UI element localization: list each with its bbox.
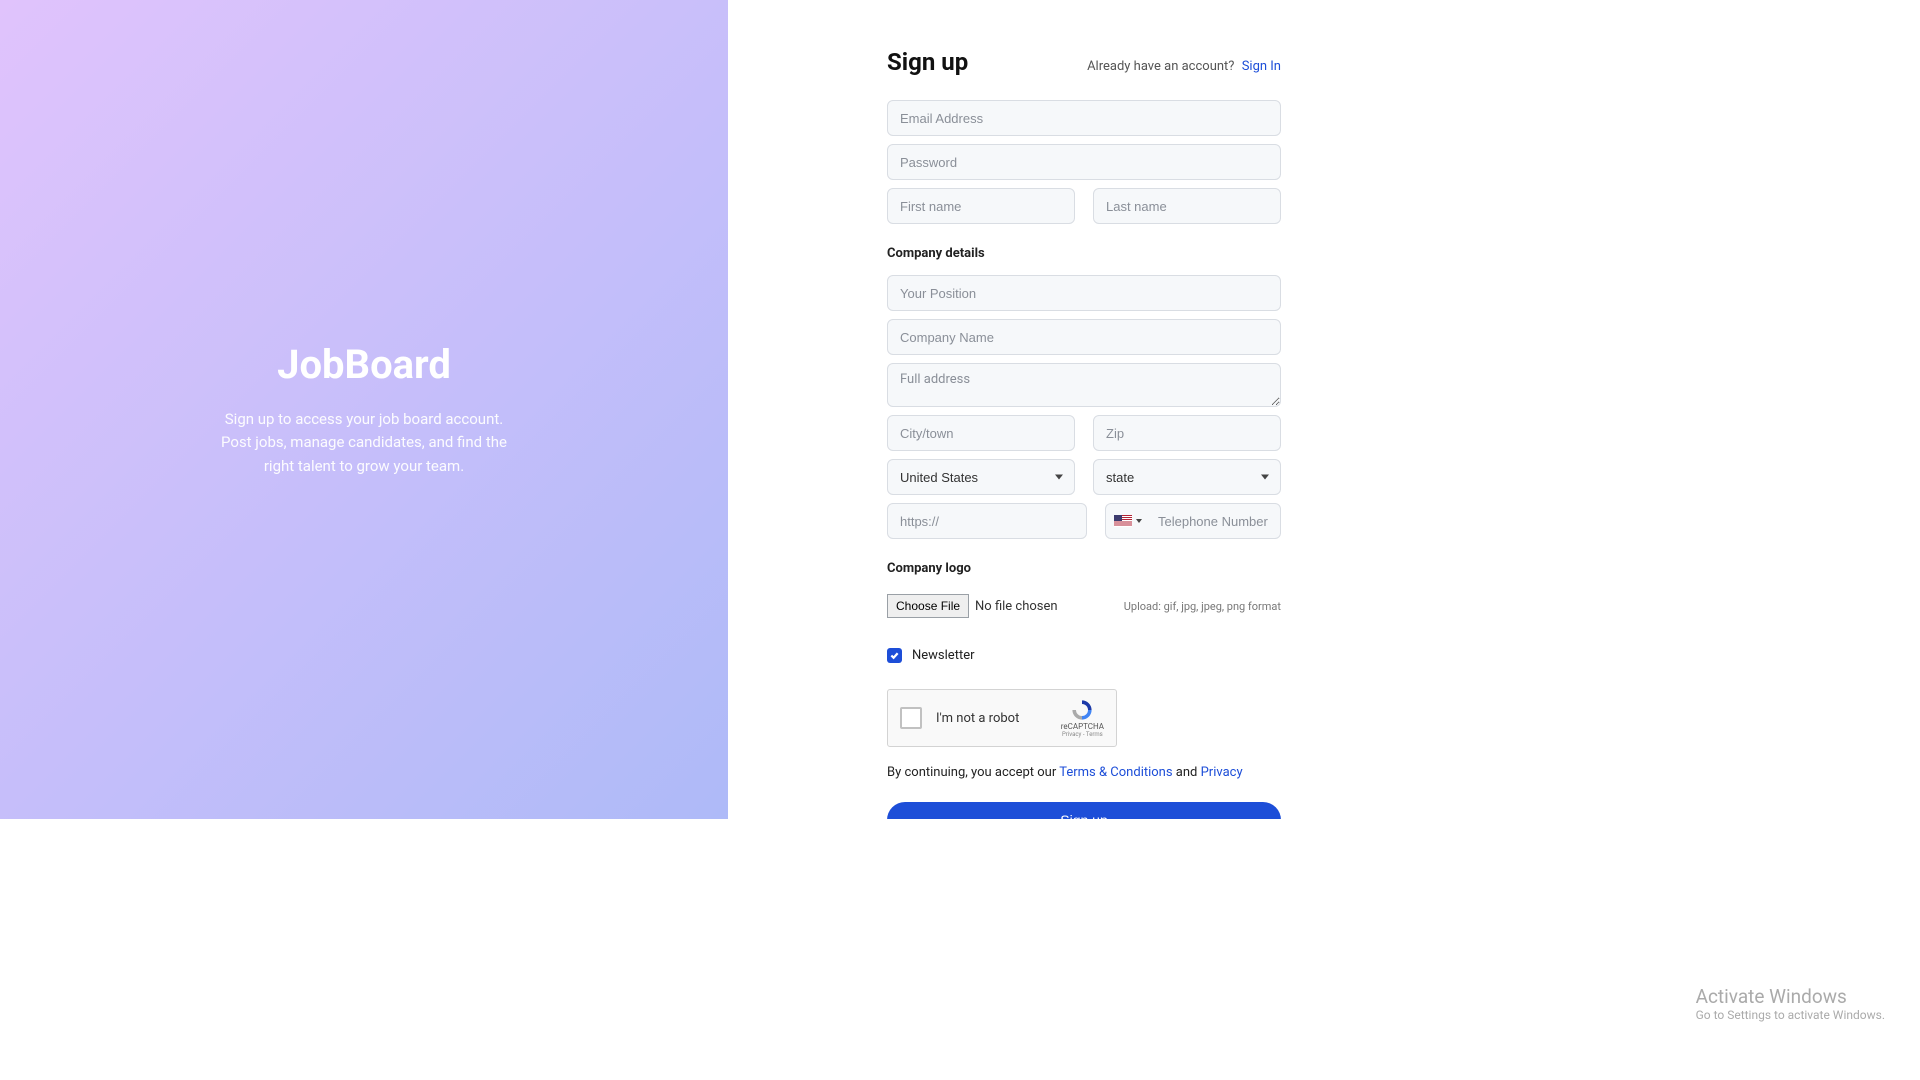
recaptcha-brand: reCAPTCHA <box>1061 722 1104 731</box>
terms-conditions-link[interactable]: Terms & Conditions <box>1059 765 1172 780</box>
company-logo-heading: Company logo <box>887 561 1281 576</box>
newsletter-label: Newsletter <box>912 648 975 663</box>
website-field[interactable] <box>887 503 1087 539</box>
brand-logo: JobBoard <box>277 341 451 388</box>
chevron-down-icon <box>1136 519 1142 523</box>
position-field[interactable] <box>887 275 1281 311</box>
recaptcha-label: I'm not a robot <box>936 711 1019 726</box>
recaptcha-widget: I'm not a robot reCAPTCHA Privacy - Term… <box>887 689 1117 747</box>
company-name-field[interactable] <box>887 319 1281 355</box>
signin-prompt-text: Already have an account? <box>1087 59 1234 74</box>
company-details-heading: Company details <box>887 246 1281 261</box>
signin-link[interactable]: Sign In <box>1242 59 1281 74</box>
phone-field-wrapper <box>1105 503 1281 539</box>
watermark-title: Activate Windows <box>1696 985 1885 1008</box>
watermark-subtitle: Go to Settings to activate Windows. <box>1696 1008 1885 1022</box>
country-select[interactable]: United States <box>887 459 1075 495</box>
privacy-link[interactable]: Privacy <box>1201 765 1243 780</box>
state-select[interactable]: state <box>1093 459 1281 495</box>
phone-country-selector[interactable] <box>1106 504 1150 538</box>
telephone-field[interactable] <box>1150 504 1280 538</box>
first-name-field[interactable] <box>887 188 1075 224</box>
file-hint: Upload: gif, jpg, jpeg, png format <box>1124 600 1281 613</box>
check-icon <box>890 651 899 660</box>
terms-prefix: By continuing, you accept our <box>887 765 1059 780</box>
city-field[interactable] <box>887 415 1075 451</box>
terms-text: By continuing, you accept our Terms & Co… <box>887 765 1281 780</box>
email-field[interactable] <box>887 100 1281 136</box>
recaptcha-icon <box>1069 698 1095 722</box>
recaptcha-checkbox[interactable] <box>900 707 922 729</box>
file-status: No file chosen <box>975 599 1058 614</box>
last-name-field[interactable] <box>1093 188 1281 224</box>
signup-panel: Sign up Already have an account? Sign In… <box>728 0 1440 819</box>
choose-file-button[interactable]: Choose File <box>887 594 969 618</box>
zip-field[interactable] <box>1093 415 1281 451</box>
branding-panel: JobBoard Sign up to access your job boar… <box>0 0 728 819</box>
newsletter-checkbox[interactable] <box>887 648 902 663</box>
windows-activation-watermark: Activate Windows Go to Settings to activ… <box>1696 985 1885 1022</box>
full-address-field[interactable] <box>887 363 1281 407</box>
terms-mid: and <box>1173 765 1201 780</box>
signin-prompt: Already have an account? Sign In <box>1087 59 1281 74</box>
brand-description: Sign up to access your job board account… <box>214 408 514 478</box>
password-field[interactable] <box>887 144 1281 180</box>
recaptcha-footer: Privacy - Terms <box>1062 731 1103 738</box>
page-title: Sign up <box>887 48 968 76</box>
signup-button[interactable]: Sign up <box>887 802 1281 819</box>
us-flag-icon <box>1114 515 1132 527</box>
